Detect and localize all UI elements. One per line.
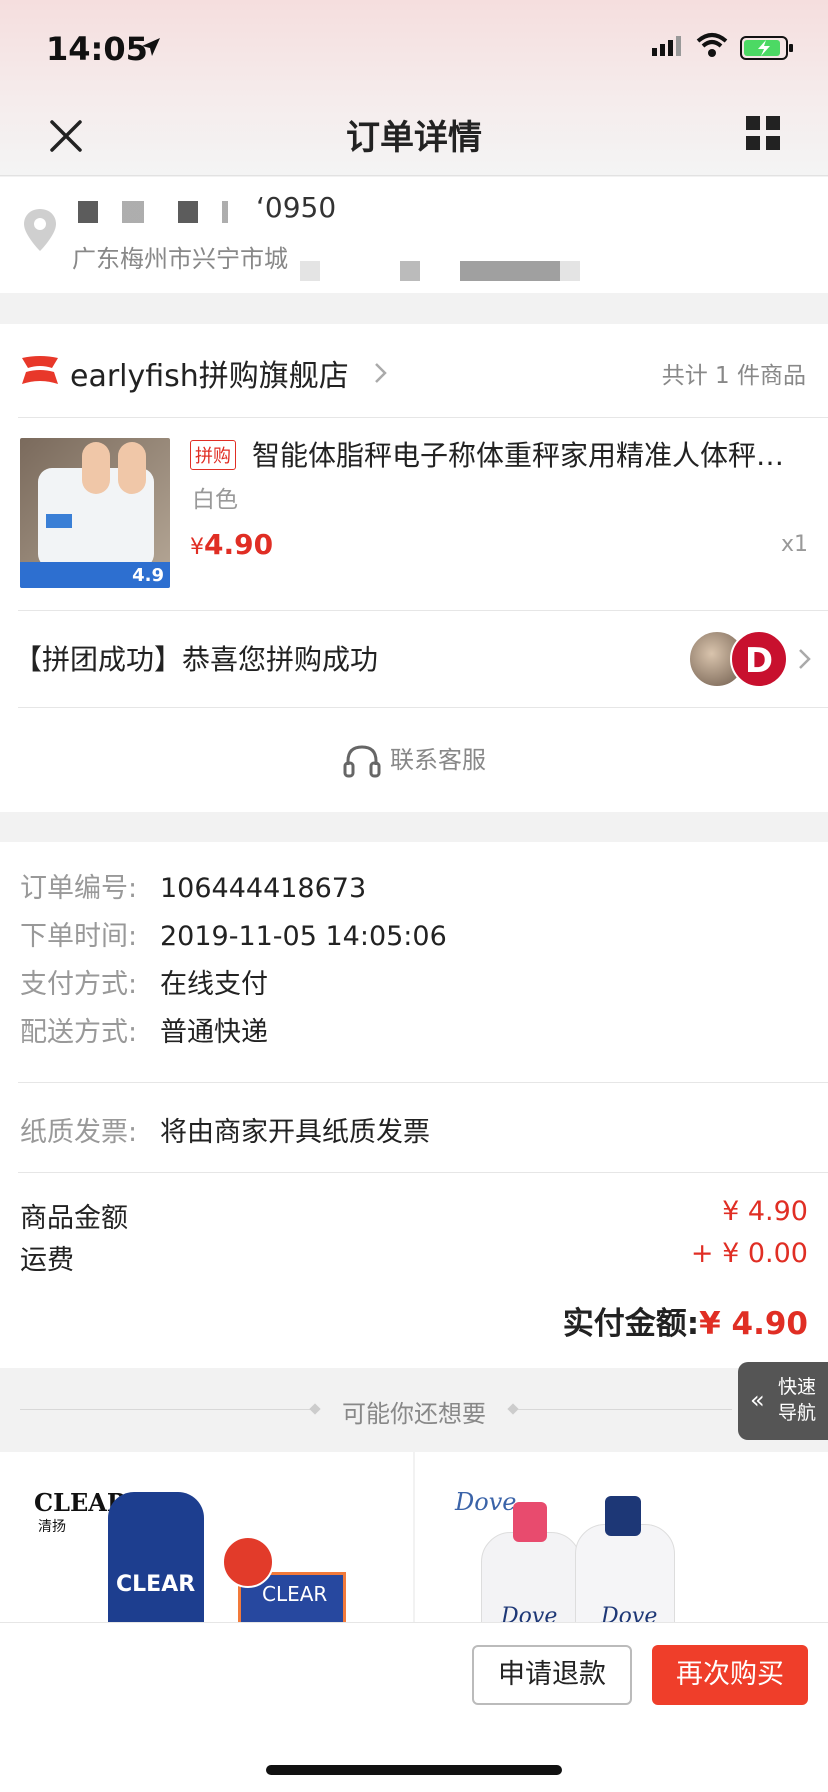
order-card: earlyfish拼购旗舰店 共计 1 件商品 4.9 拼购 智能体脂秤电子称体… <box>0 324 828 812</box>
product-title: 智能体脂秤电子称体重秤家用精准人体秤… <box>252 439 785 472</box>
avatar: D <box>730 630 788 688</box>
status-bar: 14:05 <box>0 0 828 100</box>
chevron-right-icon <box>799 649 811 669</box>
delivery-method: 普通快递 <box>160 1017 268 1048</box>
image-price-band: 4.9 <box>20 562 170 588</box>
bottle-label: CLEAR <box>116 1572 196 1597</box>
double-chevron-left-icon: « <box>750 1386 765 1414</box>
refill-label: CLEAR <box>262 1582 328 1606</box>
address-section[interactable]: ‘0950 广东梅州市兴宁市城 <box>0 177 828 293</box>
promo-badge <box>222 1536 274 1588</box>
order-info: 订单编号: 106444418673 下单时间: 2019-11-05 14:05:… <box>0 842 828 1368</box>
group-buy-tag: 拼购 <box>190 440 236 470</box>
location-arrow-icon <box>142 38 160 56</box>
product-image: 4.9 <box>20 438 170 588</box>
store-logo-icon <box>22 356 58 384</box>
group-status-row[interactable]: 【拼团成功】恭喜您拼购成功 D <box>0 612 828 706</box>
refund-button[interactable]: 申请退款 <box>472 1645 632 1705</box>
bottle-label: Dove <box>501 1604 558 1622</box>
delivery-method-row: 配送方式: 普通快递 <box>20 1010 268 1049</box>
currency-symbol: ¥ <box>190 535 204 560</box>
divider <box>18 610 828 611</box>
shipping-value: + ¥ 0.00 <box>690 1238 808 1269</box>
recommend-title: 可能你还想要 <box>342 1400 486 1428</box>
address-line: 广东梅州市兴宁市城 <box>72 245 288 273</box>
bottom-action-bar: 申请退款 再次购买 <box>0 1622 828 1792</box>
store-row[interactable]: earlyfish拼购旗舰店 共计 1 件商品 <box>0 324 828 418</box>
headset-icon <box>343 745 381 778</box>
rebuy-button[interactable]: 再次购买 <box>652 1645 808 1705</box>
price-value: 4.90 <box>204 528 274 561</box>
total-row: 实付金额:¥ 4.90 <box>563 1298 808 1343</box>
grid-icon[interactable] <box>746 116 780 150</box>
invoice-value: 将由商家开具纸质发票 <box>160 1117 430 1148</box>
store-name: earlyfish拼购旗舰店 <box>70 359 349 394</box>
group-status: 【拼团成功】恭喜您拼购成功 <box>14 643 379 676</box>
image-price: 4.9 <box>132 565 164 586</box>
bottle-cap <box>605 1496 641 1536</box>
chevron-right-icon <box>375 363 387 383</box>
quick-nav-label: 快速导航 <box>778 1376 817 1424</box>
order-number[interactable]: 106444418673 <box>160 873 366 904</box>
product-spec: 白色 <box>192 487 238 513</box>
shipping-label: 运费 <box>20 1245 74 1276</box>
recommend-item[interactable]: Dove Dove Dove <box>415 1452 828 1622</box>
product-price: ¥4.90 <box>190 528 273 561</box>
total-label: 实付金额: <box>562 1306 700 1342</box>
item-count: 共计 1 件商品 <box>661 363 806 389</box>
contact-service-button[interactable]: 联系客服 <box>0 708 828 812</box>
divider <box>518 1409 732 1410</box>
foot-right <box>118 442 146 494</box>
divider <box>18 1082 828 1083</box>
wifi-icon <box>696 33 728 57</box>
redacted-address <box>300 261 600 281</box>
address-phone: ‘0950 <box>256 191 337 224</box>
info-label: 纸质发票: <box>20 1117 138 1148</box>
contact-service-label: 联系客服 <box>390 746 486 774</box>
quick-nav-button[interactable]: « 快速导航 <box>738 1362 828 1440</box>
total-value: ¥ 4.90 <box>699 1306 808 1342</box>
pin-icon <box>24 209 56 251</box>
goods-amount-value: ¥ 4.90 <box>722 1196 808 1227</box>
divider <box>18 1172 828 1173</box>
goods-amount-label: 商品金额 <box>20 1203 128 1234</box>
product-quantity: x1 <box>780 532 808 557</box>
contact-service: 联系客服 <box>0 740 828 779</box>
page-title: 订单详情 <box>346 118 482 158</box>
invoice-row: 纸质发票: 将由商家开具纸质发票 <box>20 1110 430 1149</box>
order-number-row: 订单编号: 106444418673 <box>20 866 366 905</box>
info-label: 配送方式: <box>20 1017 138 1048</box>
shampoo-bottle <box>108 1492 204 1622</box>
home-indicator[interactable] <box>266 1765 562 1775</box>
scale-display <box>46 514 72 528</box>
redacted-name <box>78 201 228 223</box>
order-time-row: 下单时间: 2019-11-05 14:05:06 <box>20 914 447 953</box>
battery-icon <box>740 36 793 60</box>
recommend-grid: CLEAR 清扬 CLEAR CLEAR Dove Dove Dove <box>0 1452 828 1622</box>
bottle-label: Dove <box>601 1604 658 1622</box>
payment-method-row: 支付方式: 在线支付 <box>20 962 268 1001</box>
bottle-cap <box>513 1502 547 1542</box>
order-time: 2019-11-05 14:05:06 <box>160 921 447 952</box>
recommend-item[interactable]: CLEAR 清扬 CLEAR CLEAR <box>0 1452 413 1622</box>
brand-subtitle: 清扬 <box>38 1519 66 1535</box>
brand-logo: Dove <box>455 1488 517 1516</box>
info-label: 支付方式: <box>20 969 138 1000</box>
foot-left <box>82 442 110 494</box>
nav-bar: 订单详情 <box>0 100 828 176</box>
payment-method: 在线支付 <box>160 969 268 1000</box>
signal-icon <box>652 36 681 56</box>
info-label: 下单时间: <box>20 921 138 952</box>
recommend-header: 可能你还想要 <box>0 1368 828 1452</box>
status-time: 14:05 <box>46 30 148 68</box>
product-item[interactable]: 4.9 拼购 智能体脂秤电子称体重秤家用精准人体秤… 白色 ¥4.90 x1 <box>0 418 828 610</box>
info-label: 订单编号: <box>20 873 138 904</box>
